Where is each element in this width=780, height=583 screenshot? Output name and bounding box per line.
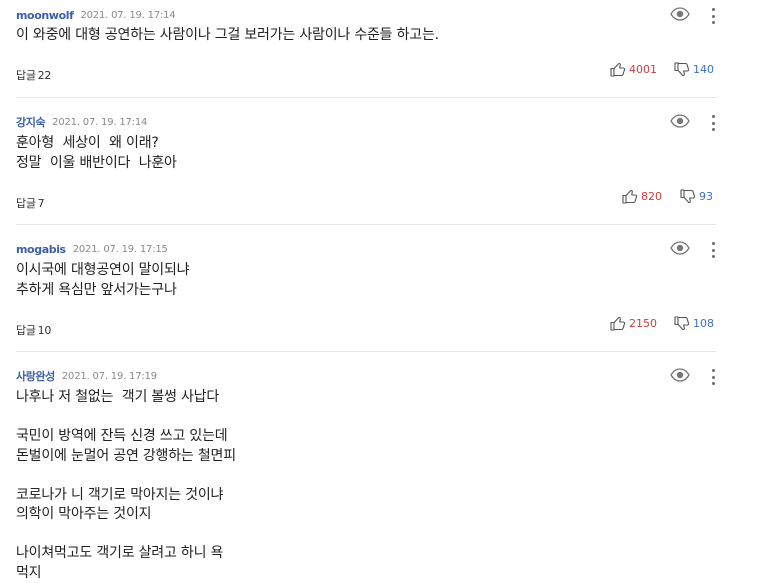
comment-item: mogabis 2021. 07. 19. 17:15 이시국에 대형공연이 말… [16, 241, 716, 341]
thumbs-down-icon [674, 62, 690, 77]
comment-item: 강지숙 2021. 07. 19. 17:14 훈아형 세상이 왜 이래? 정말… [16, 114, 716, 214]
reply-button[interactable]: 답글7 [16, 195, 44, 211]
like-count: 4001 [629, 63, 657, 76]
reply-count: 10 [38, 324, 51, 337]
comment-body: 훈아형 세상이 왜 이래? 정말 이울 배반이다 나훈아 [16, 134, 177, 173]
thumbs-up-icon [622, 189, 638, 204]
eye-icon[interactable] [670, 368, 690, 382]
comment-body: 나후나 저 철없는 객기 볼썽 사납다 국민이 방역에 잔득 신경 쓰고 있는데… [16, 388, 236, 583]
reply-label: 답글 [16, 197, 36, 210]
comment-line: 이 와중에 대형 공연하는 사람이나 그걸 보러가는 사람이나 수준들 하고는. [16, 26, 439, 46]
comment-line: 추하게 욕심만 앞서가는구나 [16, 281, 189, 301]
comment-line [16, 408, 236, 428]
reply-button[interactable]: 답글10 [16, 322, 51, 338]
comment-author[interactable]: mogabis [16, 243, 66, 256]
reply-count: 7 [38, 197, 45, 210]
divider [16, 97, 716, 98]
dislike-button[interactable]: 108 [674, 316, 714, 331]
comment-author[interactable]: 강지숙 [16, 114, 45, 130]
reply-count: 22 [38, 69, 51, 82]
dislike-count: 140 [693, 63, 714, 76]
comment-body: 이시국에 대형공연이 말이되냐 추하게 욕심만 앞서가는구나 [16, 261, 189, 300]
like-button[interactable]: 4001 [610, 62, 657, 77]
more-vert-icon[interactable] [709, 8, 717, 24]
dislike-count: 93 [699, 190, 713, 203]
divider [16, 351, 716, 352]
comment-line: 의학이 막아주는 것이지 [16, 505, 236, 525]
comment-author[interactable]: 사랑완성 [16, 368, 55, 384]
comment-line: 코로나가 니 객기로 막아지는 것이냐 [16, 486, 236, 506]
thumbs-down-icon [674, 316, 690, 331]
comment-line: 나후나 저 철없는 객기 볼썽 사납다 [16, 388, 236, 408]
comment-line: 국민이 방역에 잔득 신경 쓰고 있는데 [16, 427, 236, 447]
comment-item: 사랑완성 2021. 07. 19. 17:19 나후나 저 철없는 객기 볼썽… [16, 368, 716, 581]
comment-line: 돈벌이에 눈멀어 공연 강행하는 철면피 [16, 447, 236, 467]
comment-header: mogabis 2021. 07. 19. 17:15 [16, 241, 168, 257]
comment-line: 정말 이울 배반이다 나훈아 [16, 154, 177, 174]
comment-line: 훈아형 세상이 왜 이래? [16, 134, 177, 154]
like-count: 2150 [629, 317, 657, 330]
reply-label: 답글 [16, 69, 36, 82]
reply-button[interactable]: 답글22 [16, 67, 51, 83]
comment-line: 이시국에 대형공연이 말이되냐 [16, 261, 189, 281]
dislike-count: 108 [693, 317, 714, 330]
comment-header: 강지숙 2021. 07. 19. 17:14 [16, 114, 147, 130]
comment-body: 이 와중에 대형 공연하는 사람이나 그걸 보러가는 사람이나 수준들 하고는. [16, 26, 439, 46]
eye-icon[interactable] [670, 7, 690, 21]
comment-header: 사랑완성 2021. 07. 19. 17:19 [16, 368, 157, 384]
more-vert-icon[interactable] [709, 369, 717, 385]
divider [16, 224, 716, 225]
dislike-button[interactable]: 140 [674, 62, 714, 77]
comment-item: moonwolf 2021. 07. 19. 17:14 이 와중에 대형 공연… [16, 7, 716, 89]
comment-date: 2021. 07. 19. 17:14 [52, 117, 147, 128]
eye-icon[interactable] [670, 114, 690, 128]
thumbs-down-icon [680, 189, 696, 204]
comment-line: 먹지 [16, 564, 236, 583]
like-button[interactable]: 2150 [610, 316, 657, 331]
comment-line: 나이쳐먹고도 객기로 살려고 하니 욕 [16, 544, 236, 564]
thumbs-up-icon [610, 316, 626, 331]
comment-author[interactable]: moonwolf [16, 9, 73, 22]
more-vert-icon[interactable] [709, 242, 717, 258]
comment-date: 2021. 07. 19. 17:15 [73, 244, 168, 255]
like-button[interactable]: 820 [622, 189, 662, 204]
comment-line [16, 525, 236, 545]
comment-date: 2021. 07. 19. 17:14 [80, 10, 175, 21]
reply-label: 답글 [16, 324, 36, 337]
comment-date: 2021. 07. 19. 17:19 [62, 371, 157, 382]
thumbs-up-icon [610, 62, 626, 77]
like-count: 820 [641, 190, 662, 203]
eye-icon[interactable] [670, 241, 690, 255]
comment-header: moonwolf 2021. 07. 19. 17:14 [16, 7, 175, 23]
more-vert-icon[interactable] [709, 115, 717, 131]
comment-line [16, 466, 236, 486]
dislike-button[interactable]: 93 [680, 189, 713, 204]
